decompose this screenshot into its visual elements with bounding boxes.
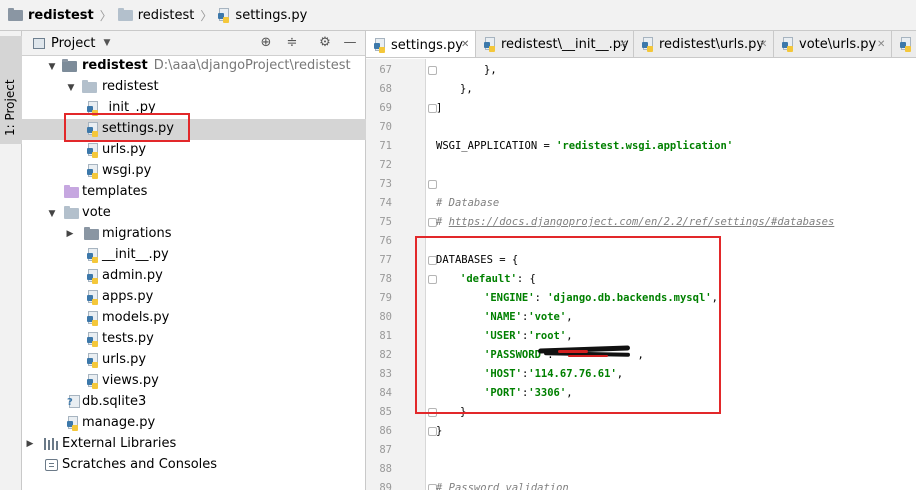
breadcrumb: redistest 〉 redistest 〉 settings.py xyxy=(0,0,916,31)
close-icon[interactable]: ✕ xyxy=(759,39,767,50)
tree-item-tests-py[interactable]: tests.py xyxy=(22,329,366,350)
fold-marker-icon[interactable] xyxy=(428,180,437,189)
folder-icon xyxy=(64,206,84,223)
code-line-81: 'USER':'root', xyxy=(484,330,573,342)
tab-more[interactable] xyxy=(892,31,916,57)
breadcrumb-project[interactable]: redistest xyxy=(8,0,94,31)
code-line-69: ] xyxy=(436,102,443,114)
breadcrumb-file[interactable]: settings.py xyxy=(218,0,307,31)
close-icon[interactable]: ✕ xyxy=(877,39,885,50)
tab-vote-urls-py[interactable]: vote\urls.py ✕ xyxy=(774,31,892,57)
folder-icon xyxy=(117,7,133,21)
tree-item-vote-urls-py[interactable]: urls.py xyxy=(22,350,366,371)
project-panel-header: Project ▼ ⊕ ≑ ⚙ — xyxy=(22,31,365,56)
code-line-77: DATABASES = { xyxy=(436,254,519,266)
chevron-down-icon[interactable]: ▼ xyxy=(47,209,57,219)
database-file-icon xyxy=(67,395,80,412)
close-icon[interactable]: ✕ xyxy=(619,39,627,50)
chevron-down-icon[interactable]: ▼ xyxy=(103,38,110,48)
code-line-86: } xyxy=(436,425,443,437)
folder-icon xyxy=(62,59,82,76)
tree-item-scratches-and-consoles[interactable]: Scratches and Consoles xyxy=(22,455,366,476)
folder-icon xyxy=(8,7,23,21)
project-tool-window-button[interactable]: 1: Project xyxy=(0,36,22,144)
templates-folder-icon xyxy=(64,185,79,202)
breadcrumb-separator-icon: 〉 xyxy=(200,8,213,23)
code-line-75: # https://docs.djangoproject.com/en/2.2/… xyxy=(436,216,835,228)
chevron-right-icon[interactable]: ▶ xyxy=(65,229,75,239)
python-file-icon xyxy=(484,37,497,52)
tree-item-settings-py[interactable]: settings.py xyxy=(22,119,366,140)
hide-panel-icon[interactable]: — xyxy=(342,35,358,51)
folder-icon xyxy=(82,80,102,97)
tree-item-redistest-root[interactable]: ▼ redistest D:\aaa\djangoProject\redistes… xyxy=(22,56,366,77)
fold-marker-icon[interactable] xyxy=(428,408,437,417)
tree-item-wsgi-py[interactable]: wsgi.py xyxy=(22,161,366,182)
tree-item-manage-py[interactable]: manage.py xyxy=(22,413,366,434)
fold-marker-icon[interactable] xyxy=(428,66,437,75)
python-file-icon xyxy=(642,37,655,52)
project-view-selector[interactable]: Project xyxy=(51,36,95,51)
code-line-84: 'PORT':'3306', xyxy=(484,387,573,399)
tree-item-vote[interactable]: ▼ vote xyxy=(22,203,366,224)
project-view-icon xyxy=(33,37,45,49)
tree-item-admin-py[interactable]: admin.py xyxy=(22,266,366,287)
tree-item-external-libraries[interactable]: ▶ External Libraries xyxy=(22,434,366,455)
code-line-89: # Password validation xyxy=(436,482,569,490)
code-line-79: 'ENGINE': 'django.db.backends.mysql', xyxy=(484,292,718,304)
chevron-right-icon[interactable]: ▶ xyxy=(25,439,35,449)
tree-item-redistest-package[interactable]: ▼ redistest xyxy=(22,77,366,98)
tree-item-init-py[interactable]: _init_.py xyxy=(22,98,366,119)
python-file-icon xyxy=(900,37,913,52)
libraries-icon xyxy=(44,438,58,454)
folder-icon xyxy=(84,227,104,244)
tab-settings-py[interactable]: settings.py ✕ xyxy=(366,31,476,57)
fold-marker-icon[interactable] xyxy=(428,275,437,284)
tree-item-templates[interactable]: templates xyxy=(22,182,366,203)
tree-item-vote-init-py[interactable]: __init__.py xyxy=(22,245,366,266)
code-line-83: 'HOST':'114.67.76.61', xyxy=(484,368,624,380)
code-line-78: 'default': { xyxy=(460,273,536,285)
scratches-icon xyxy=(45,459,58,475)
python-file-icon xyxy=(218,7,231,23)
code-line-74: # Database xyxy=(436,197,500,209)
tree-item-views-py[interactable]: views.py xyxy=(22,371,366,392)
code-line-71: WSGI_APPLICATION = 'redistest.wsgi.appli… xyxy=(436,140,734,152)
tree-item-urls-py[interactable]: urls.py xyxy=(22,140,366,161)
gear-icon[interactable]: ⚙ xyxy=(317,35,333,51)
chevron-down-icon[interactable]: ▼ xyxy=(66,83,76,93)
python-file-icon xyxy=(782,37,795,52)
tree-item-db-sqlite3[interactable]: db.sqlite3 xyxy=(22,392,366,413)
redacted-password-scribble xyxy=(537,344,634,360)
editor-area: settings.py ✕ redistest\__init__.py ✕ re… xyxy=(366,31,916,490)
project-tool-window-label: 1: Project xyxy=(3,79,17,136)
breadcrumb-folder[interactable]: redistest xyxy=(117,0,194,31)
tool-window-stripe: 1: Project xyxy=(0,31,22,490)
tree-item-models-py[interactable]: models.py xyxy=(22,308,366,329)
code-line-85: } xyxy=(460,406,467,418)
project-panel: Project ▼ ⊕ ≑ ⚙ — ▼ redistest D:\aaa\djan… xyxy=(22,31,366,490)
code-line-67: }, xyxy=(484,64,497,76)
tab-redistest-init-py[interactable]: redistest\__init__.py ✕ xyxy=(476,31,634,57)
python-file-icon xyxy=(374,37,387,53)
locate-file-icon[interactable]: ⊕ xyxy=(258,35,274,51)
code-line-80: 'NAME':'vote', xyxy=(484,311,573,323)
close-icon[interactable]: ✕ xyxy=(461,39,469,50)
editor-tabs: settings.py ✕ redistest\__init__.py ✕ re… xyxy=(366,31,916,58)
collapse-all-icon[interactable]: ≑ xyxy=(284,35,300,51)
tree-item-migrations[interactable]: ▶ migrations xyxy=(22,224,366,245)
code-line-68: }, xyxy=(460,83,473,95)
chevron-down-icon[interactable]: ▼ xyxy=(47,62,57,72)
tab-redistest-urls-py[interactable]: redistest\urls.py ✕ xyxy=(634,31,774,57)
breadcrumb-separator-icon: 〉 xyxy=(99,8,112,23)
docs-link[interactable]: https://docs.djangoproject.com/en/2.2/re… xyxy=(449,216,835,228)
tree-item-apps-py[interactable]: apps.py xyxy=(22,287,366,308)
